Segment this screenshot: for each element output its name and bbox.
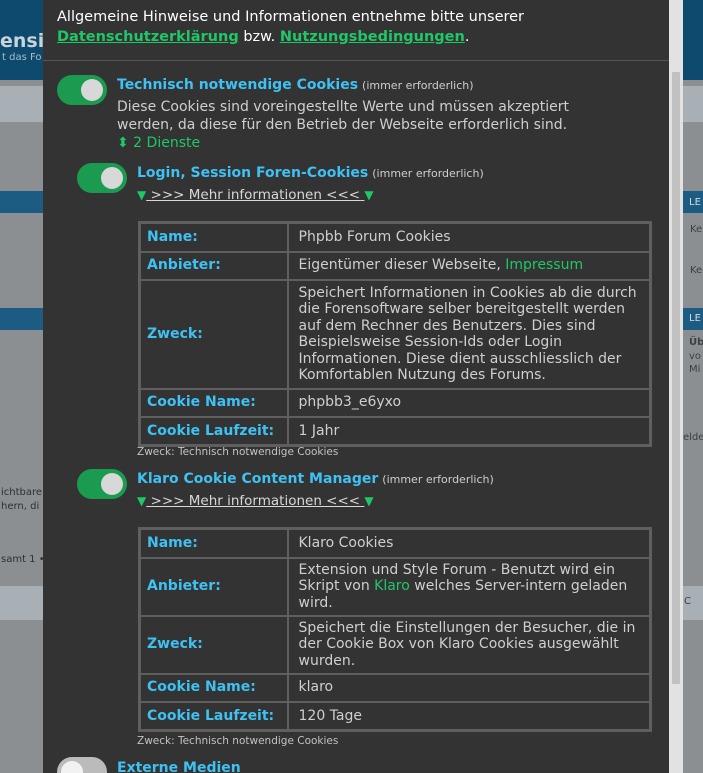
- row-value: Klaro Cookies: [286, 527, 652, 559]
- service-required: (immer erforderlich): [382, 473, 494, 486]
- service-klaro-purpose-note: Zweck: Technisch notwendige Cookies: [137, 735, 339, 747]
- row-label: Zweck:: [138, 614, 289, 675]
- table-row: Name: Klaro Cookies: [138, 527, 652, 559]
- toggle-knob: [61, 761, 83, 773]
- service-login-purpose-note: Zweck: Technisch notwendige Cookies: [137, 446, 339, 458]
- intro-between: bzw.: [238, 29, 280, 45]
- triangle-down-icon: ▼: [137, 494, 147, 508]
- row-label: Name:: [138, 527, 289, 559]
- toggle-knob: [101, 167, 123, 189]
- table-row: Cookie Name: phpbb3_e6yxo: [138, 387, 652, 418]
- intro-divider: [43, 60, 669, 61]
- row-label: Cookie Laufzeit:: [138, 415, 289, 447]
- service-login-more-link[interactable]: ▼ >>> Mehr informationen <<< ▼: [137, 187, 374, 203]
- table-row: Zweck: Speichert Informationen in Cookies…: [138, 278, 652, 390]
- klaro-link[interactable]: Klaro: [374, 578, 410, 594]
- forum-subtitle: t das Fo: [2, 52, 42, 63]
- terms-link[interactable]: Nutzungsbedingungen: [280, 29, 465, 45]
- table-row: Cookie Laufzeit: 120 Tage: [138, 700, 652, 732]
- impressum-link[interactable]: Impressum: [505, 257, 583, 273]
- row-value: Speichert Informationen in Cookies ab di…: [286, 278, 652, 390]
- intro-text: Allgemeine Hinweise und Informationen en…: [57, 7, 657, 47]
- provider-text: Eigentümer dieser Webseite,: [298, 257, 506, 274]
- service-login-details: Name: Phpbb Forum Cookies Anbieter: Eigent…: [138, 221, 652, 447]
- row-label: Cookie Name:: [138, 672, 289, 703]
- toggle-knob: [101, 473, 123, 495]
- cookie-consent-modal: Allgemeine Hinweise und Informationen en…: [43, 0, 683, 773]
- table-row: Cookie Name: klaro: [138, 672, 652, 703]
- more-text: >>> Mehr informationen <<<: [150, 493, 361, 509]
- service-klaro-details: Name: Klaro Cookies Anbieter: Extension un…: [138, 527, 652, 732]
- service-title-text: Klaro Cookie Content Manager: [137, 471, 379, 487]
- row-value: 120 Tage: [286, 700, 652, 732]
- bg-right-8: elde: [683, 432, 703, 443]
- service-login-title: Login, Session Foren-Cookies (immer erfor…: [137, 165, 484, 181]
- category-description: Diese Cookies sind voreingestellte Werte…: [117, 99, 570, 133]
- bg-right-6: vo: [689, 351, 702, 362]
- intro-before: Allgemeine Hinweise und Informationen en…: [57, 9, 525, 25]
- service-required: (immer erforderlich): [372, 167, 484, 180]
- service-klaro-more-link[interactable]: ▼ >>> Mehr informationen <<< ▼: [137, 493, 374, 509]
- service-klaro-toggle[interactable]: [77, 469, 127, 499]
- row-label: Cookie Laufzeit:: [138, 700, 289, 732]
- row-value: Eigentümer dieser Webseite, Impressum: [286, 250, 652, 281]
- external-media-toggle[interactable]: [57, 757, 107, 773]
- external-media-title: Externe Medien: [117, 760, 241, 773]
- bg-text-3: samt 1 •: [1, 554, 45, 565]
- category-title-text: Technisch notwendige Cookies: [117, 77, 359, 93]
- triangle-down-icon: ▼: [364, 188, 374, 202]
- bg-right-9: C: [684, 596, 691, 607]
- bg-text-2: hern, di: [1, 501, 40, 512]
- table-row: Name: Phpbb Forum Cookies: [138, 221, 652, 253]
- privacy-link[interactable]: Datenschutzerklärung: [57, 29, 239, 45]
- row-value: phpbb3_e6yxo: [286, 387, 652, 418]
- triangle-down-icon: ▼: [137, 188, 147, 202]
- row-label: Cookie Name:: [138, 387, 289, 418]
- service-login-toggle[interactable]: [77, 163, 127, 193]
- toggle-knob: [81, 79, 103, 101]
- row-label: Name:: [138, 221, 289, 253]
- category-toggle[interactable]: [57, 75, 107, 105]
- category-required: (immer erforderlich): [362, 79, 474, 92]
- row-label: Anbieter:: [138, 556, 289, 617]
- row-label: Zweck:: [138, 278, 289, 390]
- intro-after: .: [464, 29, 470, 45]
- category-title: Technisch notwendige Cookies (immer erfor…: [117, 77, 474, 93]
- row-value: Phpbb Forum Cookies: [286, 221, 652, 253]
- row-value: Extension und Style Forum - Benutzt wird…: [286, 556, 652, 617]
- services-expand-toggle[interactable]: ⬍ 2 Dienste: [117, 135, 200, 151]
- triangle-down-icon: ▼: [364, 494, 374, 508]
- table-row: Anbieter: Eigentümer dieser Webseite, Imp…: [138, 250, 652, 281]
- service-title-text: Login, Session Foren-Cookies: [137, 165, 369, 181]
- bg-right-7: Mi: [689, 364, 701, 375]
- table-row: Zweck: Speichert die Einstellungen der Be…: [138, 614, 652, 675]
- row-value: klaro: [286, 672, 652, 703]
- table-row: Cookie Laufzeit: 1 Jahr: [138, 415, 652, 447]
- modal-scrollbar[interactable]: [669, 0, 683, 773]
- row-value: Speichert die Einstellungen der Besucher…: [286, 614, 652, 675]
- row-value: 1 Jahr: [286, 415, 652, 447]
- scrollbar-thumb[interactable]: [672, 72, 680, 684]
- service-klaro-title: Klaro Cookie Content Manager (immer erfor…: [137, 471, 494, 487]
- bg-right-5: Üb: [689, 337, 703, 348]
- bg-right-4: LE: [689, 313, 701, 324]
- table-row: Anbieter: Extension und Style Forum - Ben…: [138, 556, 652, 617]
- bg-text-1: ichtbare: [1, 487, 43, 498]
- bg-right-1: LE: [689, 197, 701, 208]
- modal-content: Allgemeine Hinweise und Informationen en…: [43, 0, 669, 773]
- row-label: Anbieter:: [138, 250, 289, 281]
- bg-right-3: Ke: [690, 265, 703, 276]
- bg-right-2: Ke: [690, 224, 703, 235]
- more-text: >>> Mehr informationen <<<: [150, 187, 361, 203]
